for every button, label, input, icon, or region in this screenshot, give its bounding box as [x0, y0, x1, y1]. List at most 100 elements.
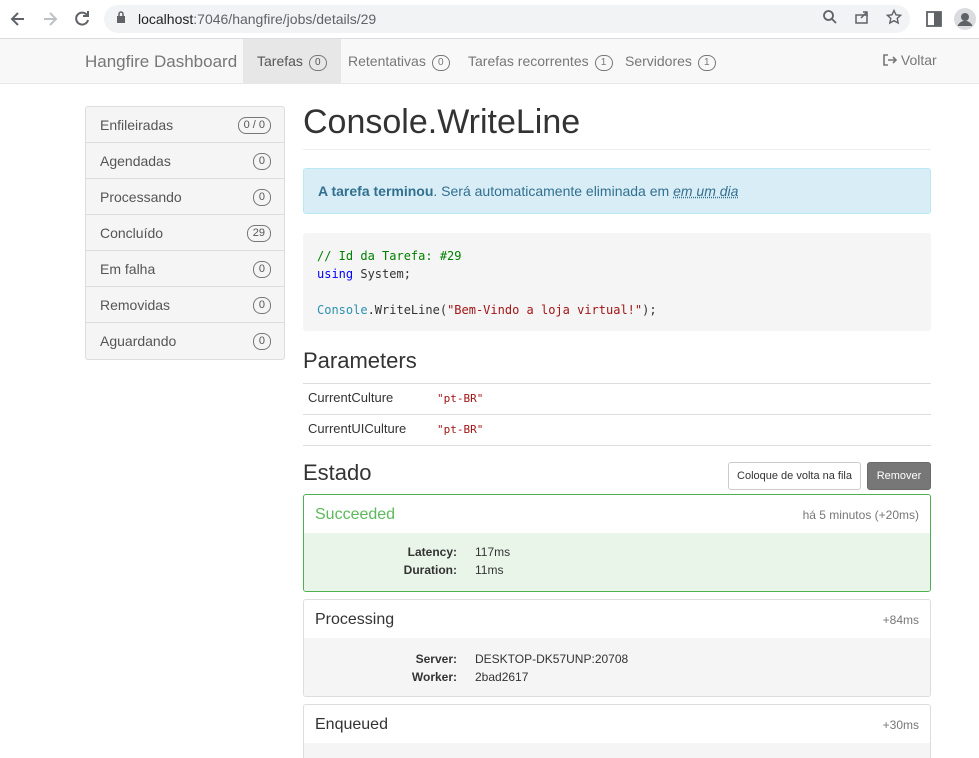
state-key: Worker: [411, 670, 457, 684]
state-header: Processing +84ms [304, 600, 930, 638]
nav-retentativas[interactable]: Retentativas 0 [334, 39, 464, 83]
forward-arrow-icon[interactable] [40, 9, 60, 29]
param-key: CurrentCulture [308, 390, 394, 405]
state-value: DESKTOP-DK57UNP:20708 [475, 652, 629, 666]
sidebar-count-badge: 0 [252, 189, 271, 206]
sidebar-count-badge: 0 [252, 333, 271, 350]
code-class: Console [317, 303, 368, 317]
state-key: Server: [415, 652, 457, 666]
sidebar-count-badge: 0 [252, 153, 271, 170]
share-icon[interactable] [852, 9, 872, 29]
back-to-site-link[interactable]: Voltar [883, 52, 937, 68]
sidebar-count-badge: 0 [252, 297, 271, 314]
back-label: Voltar [900, 52, 937, 68]
state-key: Latency: [407, 545, 457, 559]
lock-icon [117, 11, 125, 23]
sidebar-item-removidas[interactable]: Removidas 0 [86, 287, 284, 323]
state-key: Duration: [403, 563, 457, 577]
reload-icon[interactable] [72, 9, 92, 29]
delete-button[interactable]: Remover [867, 462, 931, 490]
state-value: 117ms [475, 545, 511, 559]
sidebar-item-aguardando[interactable]: Aguardando 0 [86, 323, 284, 359]
back-arrow-icon[interactable] [8, 9, 28, 29]
nav-count-badge: 0 [431, 55, 450, 71]
nav-count-badge: 1 [594, 55, 613, 71]
sidebar-item-em-falha[interactable]: Em falha 0 [86, 251, 284, 287]
nav-count-badge: 1 [697, 55, 716, 71]
state-value: 11ms [475, 563, 504, 577]
state-card-enqueued: Enqueued +30ms [303, 704, 931, 758]
alert-expire-time: em um dia [673, 183, 739, 199]
nav-tarefas-recorrentes[interactable]: Tarefas recorrentes 1 [454, 39, 627, 83]
sign-out-icon [883, 54, 898, 66]
sidebar-item-label: Concluído [100, 225, 164, 241]
code-call-line: Console.WriteLine("Bem-Vindo a loja virt… [317, 303, 657, 317]
state-name: Enqueued [315, 716, 388, 733]
code-using-line: using System; [317, 267, 411, 281]
url-text: localhost:7046/hangfire/jobs/details/29 [138, 11, 376, 27]
sidebar-item-enfileiradas[interactable]: Enfileiradas 0 / 0 [86, 107, 284, 143]
state-time: +30ms [882, 718, 919, 732]
nav-label: Tarefas recorrentes [468, 53, 589, 69]
sidebar-item-concluido[interactable]: Concluído 29 [86, 215, 284, 251]
sidebar-item-processando[interactable]: Processando 0 [86, 179, 284, 215]
sidebar-item-label: Em falha [100, 261, 156, 277]
alert-strong-text: A tarefa terminou [318, 183, 434, 199]
nav-label: Retentativas [348, 53, 426, 69]
parameters-heading: Parameters [303, 348, 417, 373]
sidebar-item-label: Aguardando [100, 333, 177, 349]
sidebar-count-badge: 0 / 0 [237, 117, 271, 134]
code-end: ); [642, 303, 657, 317]
bookmark-star-icon[interactable] [884, 8, 904, 29]
nav-tarefas[interactable]: Tarefas 0 [243, 39, 341, 83]
state-card-succeeded: Succeeded há 5 minutos (+20ms) Latency: … [303, 494, 931, 592]
state-body: Server: DESKTOP-DK57UNP:20708 Worker: 2b… [304, 638, 930, 696]
table-row: CurrentCulture "pt-BR" [303, 383, 931, 414]
job-status-sidebar: Enfileiradas 0 / 0 Agendadas 0 Processan… [85, 106, 285, 360]
job-status-alert: A tarefa terminou. Será automaticamente … [303, 168, 931, 214]
profile-avatar-icon[interactable] [954, 8, 976, 30]
param-value: "pt-BR" [437, 392, 484, 405]
sidebar-item-label: Removidas [100, 297, 171, 313]
states-heading: Estado [303, 460, 372, 485]
state-card-processing: Processing +84ms Server: DESKTOP-DK57UNP… [303, 599, 931, 697]
nav-label: Tarefas [257, 53, 303, 69]
state-value: 2bad2617 [475, 670, 529, 684]
param-value: "pt-BR" [437, 423, 484, 436]
sidebar-count-badge: 0 [252, 261, 271, 278]
sidebar-item-label: Agendadas [100, 153, 171, 169]
code-comment: // Id da Tarefa: #29 [317, 249, 462, 263]
requeue-button[interactable]: Coloque de volta na fila [728, 462, 861, 490]
code-keyword: using [317, 267, 354, 281]
alert-text: . Será automaticamente eliminada em [433, 183, 674, 199]
side-panel-icon[interactable] [924, 9, 944, 29]
sidebar-item-label: Processando [100, 189, 182, 205]
state-name: Succeeded [315, 506, 396, 523]
job-code-block: // Id da Tarefa: #29 using System; Conso… [303, 233, 931, 331]
state-body: Latency: 117ms Duration: 11ms [304, 533, 930, 591]
url-path: :7046/hangfire/jobs/details/29 [193, 11, 377, 27]
code-string: "Bem-Vindo a loja virtual!" [447, 303, 643, 317]
address-bar[interactable]: localhost:7046/hangfire/jobs/details/29 [104, 5, 910, 33]
browser-toolbar: localhost:7046/hangfire/jobs/details/29 [0, 0, 979, 39]
nav-label: Servidores [625, 53, 692, 69]
code-using-rest: System; [353, 267, 411, 281]
state-time: +84ms [882, 613, 919, 627]
brand-link[interactable]: Hangfire Dashboard [85, 52, 237, 72]
sidebar-item-agendadas[interactable]: Agendadas 0 [86, 143, 284, 179]
nav-servidores[interactable]: Servidores 1 [611, 39, 730, 83]
parameters-table: CurrentCulture "pt-BR" CurrentUICulture … [303, 383, 931, 446]
nav-count-badge: 0 [308, 55, 327, 71]
param-key: CurrentUICulture [308, 421, 407, 436]
table-row: CurrentUICulture "pt-BR" [303, 414, 931, 446]
state-time: há 5 minutos (+20ms) [802, 508, 919, 522]
url-host: localhost [138, 11, 194, 27]
state-header: Enqueued +30ms [304, 705, 930, 743]
zoom-icon[interactable] [820, 9, 840, 29]
sidebar-item-label: Enfileiradas [100, 117, 174, 133]
top-navbar: Hangfire Dashboard Tarefas 0 Retentativa… [0, 39, 979, 84]
title-divider [303, 149, 931, 150]
state-name: Processing [315, 611, 395, 628]
code-method: .WriteLine( [367, 303, 448, 317]
state-header: Succeeded há 5 minutos (+20ms) [304, 495, 930, 533]
